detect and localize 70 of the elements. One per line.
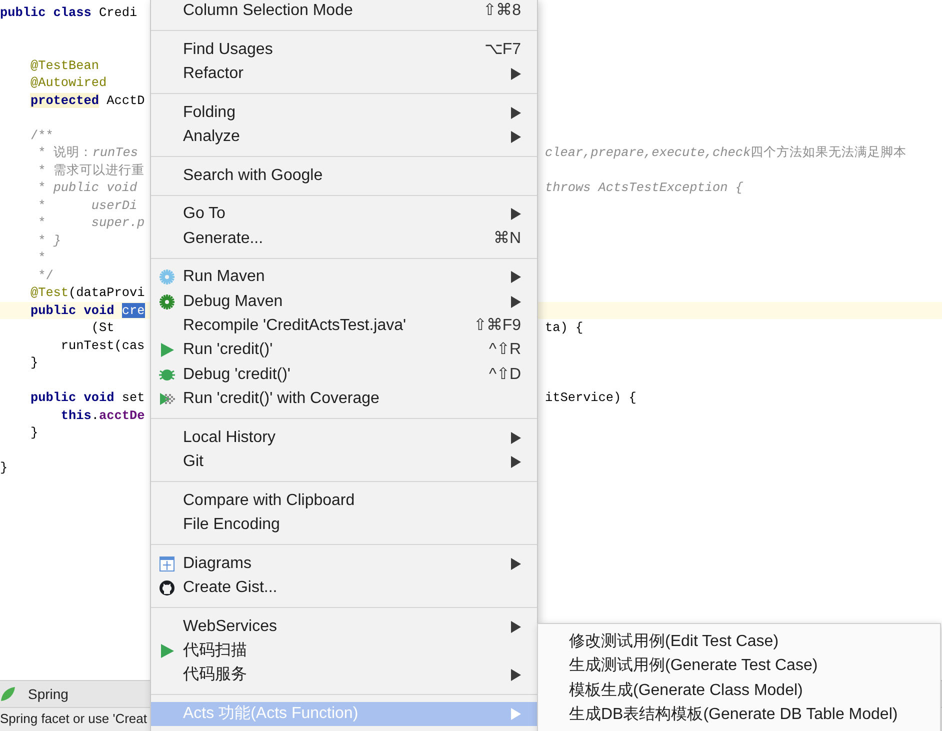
code-line: } <box>0 459 8 476</box>
bug-icon <box>159 366 175 383</box>
code-line: * userDi <box>37 196 138 214</box>
leaf-icon <box>0 686 16 702</box>
menu-item[interactable]: 代码扫描 <box>151 638 537 664</box>
menu-item[interactable]: Diagrams <box>151 551 537 576</box>
code-line: runTest(cas <box>60 336 145 354</box>
menu-item[interactable]: Debug Maven <box>151 290 537 314</box>
gear-icon <box>159 294 175 310</box>
tool-window-label[interactable]: Spring <box>28 684 68 704</box>
coverage-icon <box>159 390 175 407</box>
code-line: @Test(dataProvi <box>29 284 145 302</box>
code-line: protected AcctD <box>29 92 145 109</box>
menu-item[interactable]: Run Maven <box>151 265 537 290</box>
code-line: * } <box>37 232 61 249</box>
play-icon <box>159 642 175 659</box>
menu-item[interactable]: Local History <box>151 426 537 450</box>
gear-icon <box>159 269 175 286</box>
cat-icon <box>159 580 175 596</box>
status-text: Spring facet or use 'Creat <box>0 711 147 726</box>
code-line: ta) { <box>545 319 584 336</box>
code-line: public class Credi <box>0 4 138 22</box>
menu-item[interactable]: Refactor <box>151 62 537 86</box>
menu-item[interactable]: Compare with Clipboard <box>151 488 537 513</box>
code-line: clear,prepare,execute,check四个方法如果无法满足脚本 <box>545 144 907 162</box>
menu-item[interactable]: Go To <box>151 202 537 227</box>
code-line: (St <box>90 319 114 336</box>
menu-item[interactable]: Folding <box>151 100 537 125</box>
code-line: */ <box>37 266 54 284</box>
code-line: * 需求可以进行重 <box>37 162 144 179</box>
code-line: throws ActsTestException { <box>545 179 743 196</box>
shortcut-label: ^⇧R <box>488 340 521 360</box>
submenu-item[interactable]: 生成DB表结构模板(Generate DB Table Model) <box>538 702 940 728</box>
code-line: * public void <box>37 179 138 196</box>
code-line: @Autowired <box>29 74 107 92</box>
shortcut-label: ⌥F7 <box>484 40 521 60</box>
code-line: } <box>29 424 38 442</box>
menu-item[interactable]: Run 'credit()' with Coverage <box>151 386 537 412</box>
menu-item[interactable]: Recompile 'CreditActsTest.java' ⇧⌘F9 <box>151 314 537 338</box>
menu-item[interactable]: Git <box>151 450 537 474</box>
menu-item[interactable]: Create Gist... <box>151 576 537 600</box>
menu-item[interactable]: Run 'credit()' ^⇧R <box>151 338 537 363</box>
menu-item[interactable]: Column Selection Mode ⇧⌘8 <box>151 0 537 24</box>
menu-item[interactable]: Generate... ⌘N <box>151 226 537 251</box>
menu-item[interactable]: Analyze <box>151 124 537 150</box>
shortcut-label: ⇧⌘F9 <box>473 316 521 336</box>
code-line: public void set <box>29 389 145 406</box>
play-icon <box>159 342 175 358</box>
shortcut-label: ⌘N <box>493 228 521 249</box>
menu-item[interactable]: 代码服务 <box>151 663 537 688</box>
shortcut-label: ⇧⌘8 <box>483 1 521 22</box>
code-line: * <box>37 249 46 266</box>
menu-item[interactable]: Debug 'credit()' ^⇧D <box>151 362 537 387</box>
code-line: this.acctDe <box>60 406 145 424</box>
submenu-item[interactable]: 生成测试用例(Generate Test Case) <box>538 654 940 679</box>
submenu-item[interactable]: 模板生成(Generate Class Model) <box>538 678 940 703</box>
menu-item[interactable]: Search with Google <box>151 164 537 188</box>
code-line: * 说明：runTes <box>37 144 138 162</box>
menu-item[interactable]: Find Usages ⌥F7 <box>151 38 537 62</box>
submenu-item[interactable]: 修改测试用例(Edit Test Case) <box>538 630 940 654</box>
shortcut-label: ^⇧D <box>488 364 521 385</box>
code-line: /** <box>29 126 54 144</box>
menu-item[interactable]: WebServices <box>151 614 537 639</box>
code-line: public void cre <box>29 302 145 319</box>
diagram-icon <box>159 556 175 572</box>
menu-item[interactable]: File Encoding <box>151 512 537 538</box>
code-line: * super.p <box>37 214 145 232</box>
code-line: itService) { <box>545 389 636 406</box>
code-line: } <box>29 354 38 372</box>
code-line: @TestBean <box>29 56 99 74</box>
